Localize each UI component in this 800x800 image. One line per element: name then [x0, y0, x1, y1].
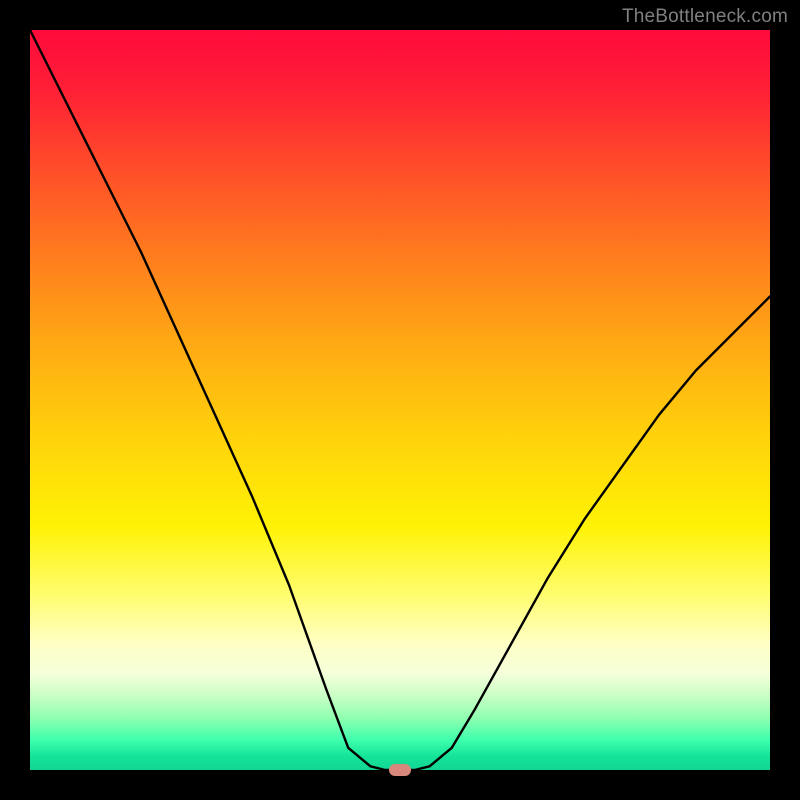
plot-area — [30, 30, 770, 770]
optimal-marker — [389, 764, 411, 776]
bottleneck-curve — [30, 30, 770, 770]
chart-stage: TheBottleneck.com — [0, 0, 800, 800]
watermark-text: TheBottleneck.com — [622, 6, 788, 28]
